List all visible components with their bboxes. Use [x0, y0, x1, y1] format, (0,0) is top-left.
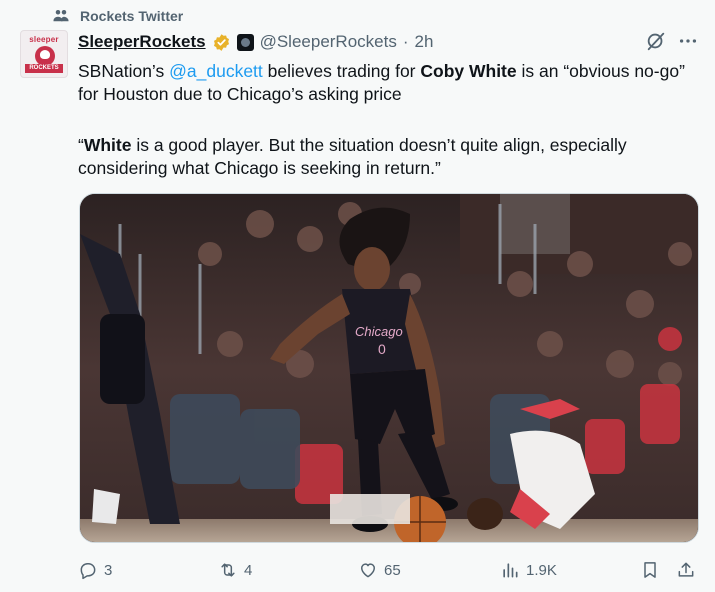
heart-icon: [361, 563, 375, 578]
text-segment-bold: Coby White: [420, 61, 517, 81]
text-segment: is a good player. But the situation does…: [78, 135, 627, 178]
tweet[interactable]: Rockets Twitter sleeper ROCKETS SleeperR…: [0, 0, 715, 592]
bookmark-button[interactable]: [640, 558, 660, 582]
text-segment: believes trading for: [262, 61, 421, 81]
like-count: 65: [384, 561, 401, 579]
avatar-text-top: sleeper: [29, 35, 59, 44]
separator-dot: ·: [402, 32, 409, 51]
social-context-label: Rockets Twitter: [80, 8, 184, 24]
avatar[interactable]: sleeper ROCKETS: [20, 30, 68, 78]
tweet-header: SleeperRockets @SleeperRockets · 2h: [78, 31, 433, 53]
basketball-photo: Chicago 0: [80, 194, 698, 542]
social-context[interactable]: Rockets Twitter: [52, 6, 183, 26]
reply-button[interactable]: 3: [78, 558, 112, 582]
view-count: 1.9K: [526, 561, 557, 579]
bookmark-icon: [644, 562, 656, 578]
tweet-text-paragraph: SBNation’s @a_duckett believes trading f…: [78, 60, 690, 106]
share-icon: [678, 562, 694, 577]
more-options-icon[interactable]: [676, 30, 700, 52]
handle[interactable]: @SleeperRockets: [260, 32, 397, 52]
tweet-actions: 3 4 65 1.9K: [78, 558, 700, 582]
tweet-photo[interactable]: Chicago 0: [79, 193, 699, 543]
community-icon: [53, 10, 69, 22]
analytics-icon: [503, 563, 518, 578]
reply-count: 3: [104, 561, 113, 579]
affiliate-badge-icon[interactable]: [236, 33, 254, 51]
text-segment-bold: White: [83, 135, 132, 155]
reply-icon: [80, 563, 96, 580]
timestamp[interactable]: 2h: [415, 32, 434, 52]
tweet-text-quote: “White is a good player. But the situati…: [78, 134, 690, 180]
repost-icon: [221, 563, 235, 577]
like-button[interactable]: 65: [358, 558, 401, 582]
share-button[interactable]: [676, 558, 696, 582]
jersey-number: 0: [378, 341, 386, 357]
avatar-text-bottom: ROCKETS: [25, 64, 63, 73]
verified-badge-icon[interactable]: [212, 33, 231, 52]
avatar-logo-icon: [35, 46, 55, 66]
mention-link[interactable]: @a_duckett: [169, 61, 263, 81]
jersey-text: Chicago: [355, 324, 403, 339]
repost-button[interactable]: 4: [218, 558, 252, 582]
text-segment: SBNation’s: [78, 61, 170, 81]
display-name[interactable]: SleeperRockets: [78, 32, 206, 52]
repost-count: 4: [244, 561, 253, 579]
grok-icon[interactable]: [645, 30, 667, 52]
views-button[interactable]: 1.9K: [500, 558, 557, 582]
